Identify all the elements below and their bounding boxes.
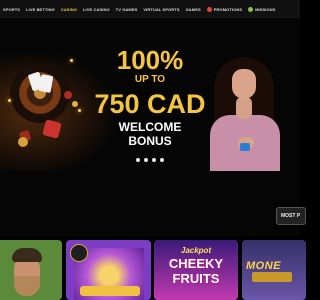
- game-title: MONE: [246, 260, 281, 272]
- banner-model-neck: [236, 97, 252, 119]
- promo-bonus: BONUS: [128, 134, 172, 148]
- nav-item-games[interactable]: GAMES: [186, 7, 201, 12]
- casino-chip-icon: [72, 101, 78, 107]
- nav-item-virtual-sports[interactable]: VIRTUAL SPORTS: [143, 7, 179, 12]
- header-spacer: [0, 18, 300, 39]
- game-title-logo: [80, 286, 140, 296]
- promo-welcome: WELCOME: [118, 120, 182, 134]
- banner-model-face: [232, 69, 256, 99]
- casino-chip-icon: [240, 143, 250, 151]
- game-tile-1[interactable]: [0, 240, 62, 300]
- game-tile-3[interactable]: Jackpot CHEEKY FRUITS: [154, 240, 238, 300]
- content-band: [0, 171, 300, 236]
- nav-item-casino[interactable]: CASINO: [61, 7, 77, 12]
- provider-badge-icon: [70, 244, 88, 262]
- carousel-dot[interactable]: [136, 158, 140, 162]
- game-title-logo: [252, 272, 292, 282]
- game-title-line-1: CHEEKY: [168, 256, 224, 271]
- top-navigation: SPORTS LIVE BETTING CASINO LIVE CASINO T…: [0, 0, 300, 18]
- game-tile-4[interactable]: MONE: [242, 240, 306, 300]
- sort-dropdown[interactable]: MOST P: [276, 207, 306, 225]
- game-tiles: Jackpot CHEEKY FRUITS MONE: [0, 240, 306, 300]
- promo-percent: 100%: [116, 45, 184, 75]
- nav-item-live-betting[interactable]: LIVE BETTING: [26, 7, 55, 12]
- nav-item-sports[interactable]: SPORTS: [3, 7, 20, 12]
- nav-item-tv-games[interactable]: TV GAMES: [116, 7, 138, 12]
- carousel-dots: [0, 158, 300, 162]
- nav-item-promotions[interactable]: PROMOTIONS: [206, 6, 243, 12]
- carousel-dot[interactable]: [160, 158, 164, 162]
- promo-banner[interactable]: 100% UP TO 750 CAD WELCOME BONUS: [0, 39, 300, 171]
- sparkle-icon: [70, 59, 73, 62]
- game-tile-2[interactable]: [66, 240, 151, 300]
- casino-chip-icon: [64, 91, 72, 99]
- promo-up-to: UP TO: [134, 74, 166, 85]
- promo-amount: 750 CAD: [94, 89, 206, 119]
- game-character-hat: [12, 248, 42, 262]
- nav-item-promotions-label: PROMOTIONS: [213, 6, 243, 12]
- sparkle-icon: [8, 99, 11, 102]
- nav-item-missions-label: MISSIONS: [255, 6, 276, 12]
- game-title-line-2: FRUITS: [172, 271, 220, 286]
- game-character-beard: [14, 276, 40, 296]
- carousel-dot[interactable]: [144, 158, 148, 162]
- game-jackpot-label: Jackpot: [180, 246, 212, 255]
- nav-item-missions[interactable]: MISSIONS: [248, 6, 276, 12]
- promotions-icon: [206, 6, 212, 12]
- nav-item-live-casino[interactable]: LIVE CASINO: [83, 7, 110, 12]
- carousel-dot[interactable]: [152, 158, 156, 162]
- casino-chip-icon: [18, 137, 28, 147]
- missions-icon: [248, 6, 254, 12]
